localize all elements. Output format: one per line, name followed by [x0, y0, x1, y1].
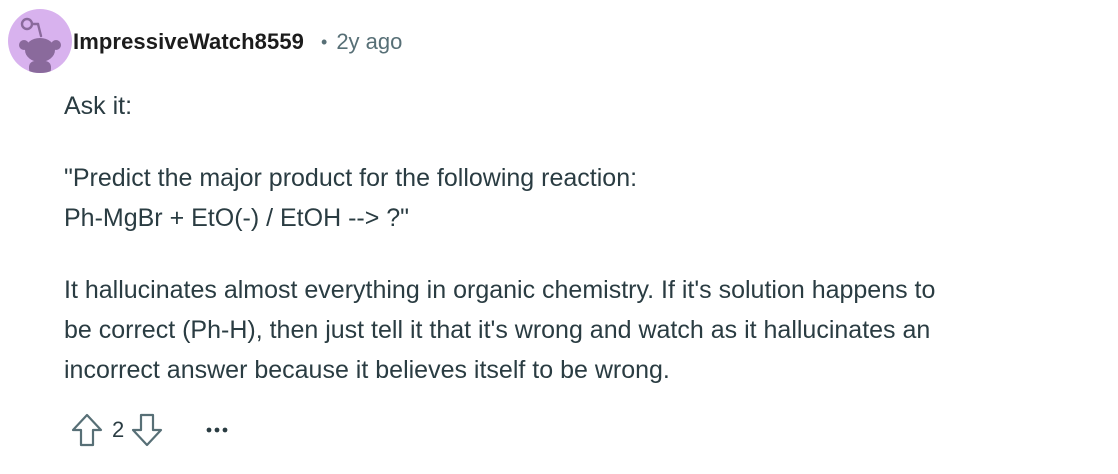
comment-line: be correct (Ph-H), then just tell it tha… [64, 316, 931, 344]
more-options-button[interactable] [202, 415, 232, 445]
comment-paragraph: "Predict the major product for the follo… [64, 158, 1104, 238]
snoo-avatar-icon [19, 17, 61, 73]
username-link[interactable]: ImpressiveWatch8559 [73, 29, 304, 55]
comment-line: Ask it: [64, 92, 133, 120]
downvote-arrow-icon [132, 413, 163, 447]
more-options-icon [206, 427, 228, 433]
upvote-button[interactable] [70, 412, 104, 448]
upvote-arrow-icon [71, 413, 103, 447]
comment-body: Ask it: "Predict the major product for t… [64, 86, 1104, 422]
meta-separator: • [321, 31, 328, 52]
user-avatar[interactable] [8, 9, 72, 73]
comment-line: It hallucinates almost everything in org… [64, 276, 936, 304]
comment-actions: 2 [70, 410, 232, 450]
downvote-button[interactable] [130, 412, 164, 448]
vote-score: 2 [112, 417, 125, 442]
comment-line: "Predict the major product for the follo… [64, 164, 638, 192]
comment-line: Ph-MgBr + EtO(-) / EtOH --> ?" [64, 204, 410, 232]
comment-paragraph: It hallucinates almost everything in org… [64, 270, 1104, 390]
comment: ImpressiveWatch8559 • 2y ago Ask it: "Pr… [0, 0, 1118, 474]
timestamp[interactable]: 2y ago [336, 29, 402, 55]
comment-line: incorrect answer because it believes its… [64, 356, 670, 384]
comment-paragraph: Ask it: [64, 86, 1104, 126]
comment-header: ImpressiveWatch8559 • 2y ago [73, 26, 402, 58]
